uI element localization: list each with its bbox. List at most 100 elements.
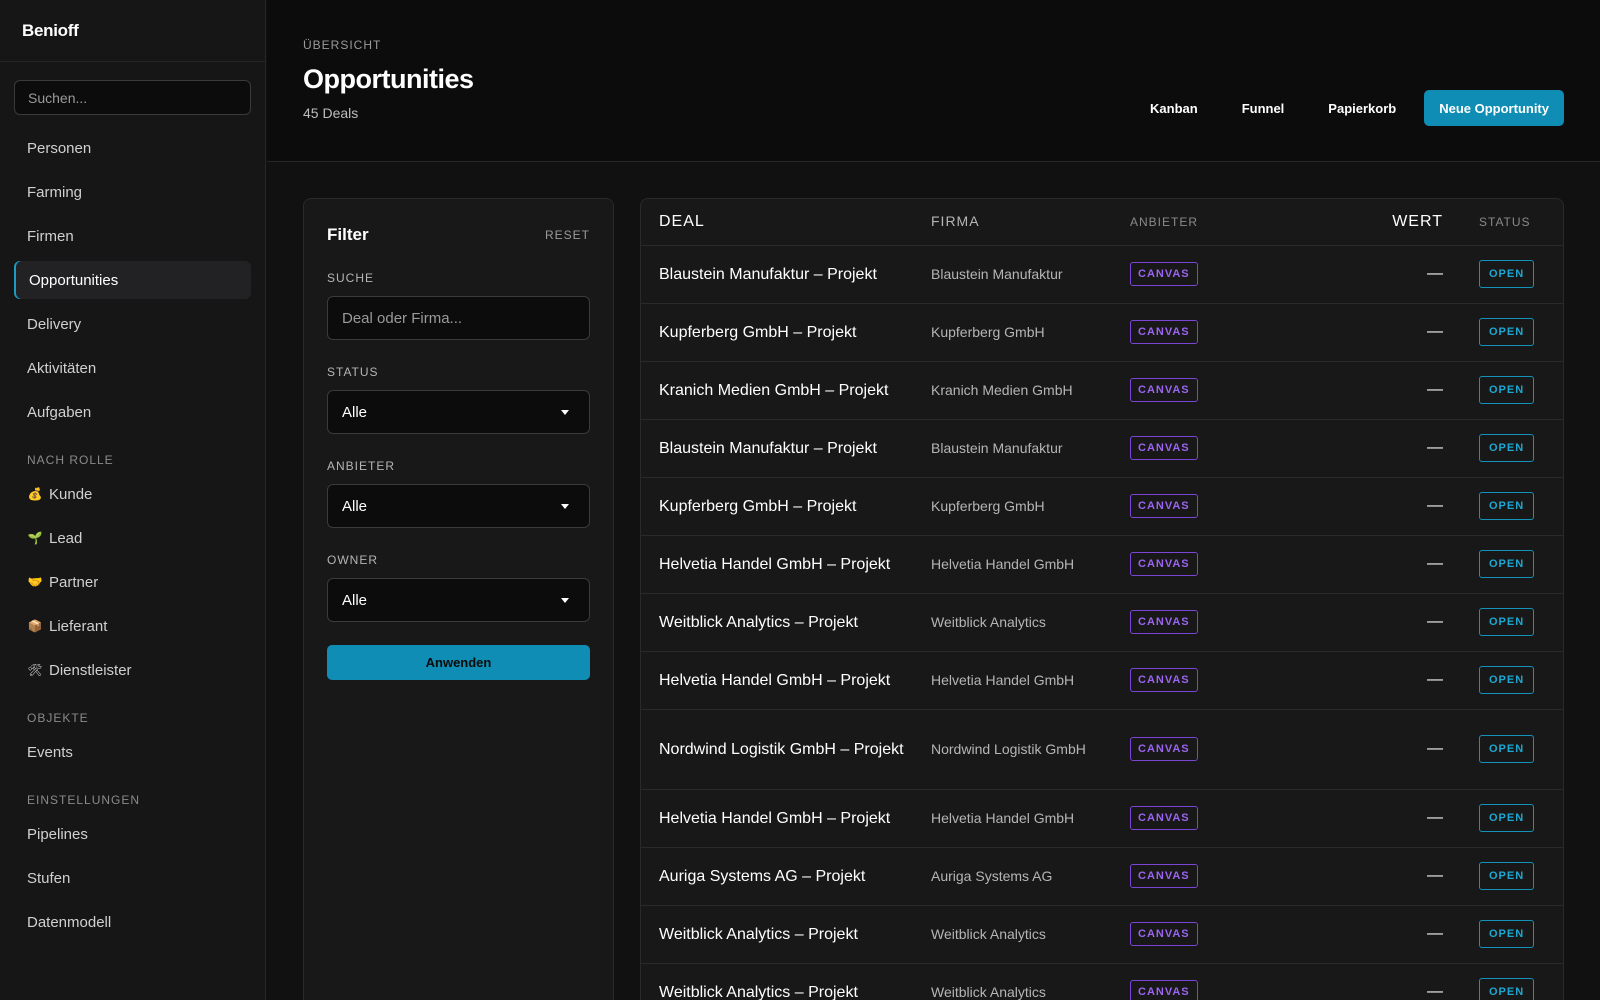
sidebar-item-events[interactable]: Events [14, 733, 251, 771]
papierkorb-button[interactable]: Papierkorb [1312, 91, 1412, 126]
company-name[interactable]: Weitblick Analytics [931, 905, 1130, 964]
status-badge[interactable]: OPEN [1479, 804, 1535, 832]
column-header-status[interactable]: STATUS [1451, 199, 1563, 246]
deal-name[interactable]: Nordwind Logistik GmbH – Projekt [641, 709, 931, 790]
status-badge[interactable]: OPEN [1479, 735, 1535, 763]
company-name[interactable]: Kupferberg GmbH [931, 303, 1130, 362]
table-row[interactable]: Kranich Medien GmbH – Projekt Kranich Med… [641, 361, 1563, 420]
sidebar-item-lead[interactable]: 🌱 Lead [14, 519, 251, 557]
company-name[interactable]: Weitblick Analytics [931, 593, 1130, 652]
deal-name[interactable]: Weitblick Analytics – Projekt [641, 593, 931, 652]
status-cell: OPEN [1451, 905, 1563, 964]
filter-reset-button[interactable]: RESET [545, 228, 590, 242]
status-badge[interactable]: OPEN [1479, 666, 1535, 694]
anbieter-select[interactable]: Alle [327, 484, 590, 528]
deal-name[interactable]: Blaustein Manufaktur – Projekt [641, 419, 931, 478]
company-name[interactable]: Blaustein Manufaktur [931, 419, 1130, 478]
anbieter-cell: CANVAS [1130, 361, 1338, 420]
table-row[interactable]: Helvetia Handel GmbH – Projekt Helvetia H… [641, 535, 1563, 594]
anbieter-cell: CANVAS [1130, 477, 1338, 536]
anbieter-cell: CANVAS [1130, 419, 1338, 478]
sidebar-search[interactable] [14, 80, 251, 115]
filter-search-field[interactable] [327, 296, 590, 340]
kanban-button[interactable]: Kanban [1134, 91, 1214, 126]
anbieter-badge: CANVAS [1130, 980, 1198, 1000]
sidebar-item-aufgaben[interactable]: Aufgaben [14, 393, 251, 431]
column-header-wert[interactable]: WERT [1338, 199, 1451, 246]
table-row[interactable]: Helvetia Handel GmbH – Projekt Helvetia H… [641, 651, 1563, 710]
sidebar-item-delivery[interactable]: Delivery [14, 305, 251, 343]
deal-name[interactable]: Blaustein Manufaktur – Projekt [641, 245, 931, 304]
status-badge[interactable]: OPEN [1479, 260, 1535, 288]
deal-name[interactable]: Weitblick Analytics – Projekt [641, 905, 931, 964]
table-row[interactable]: Kupferberg GmbH – Projekt Kupferberg GmbH… [641, 477, 1563, 536]
sidebar-item-kunde[interactable]: 💰 Kunde [14, 475, 251, 513]
deal-name[interactable]: Auriga Systems AG – Projekt [641, 847, 931, 906]
sidebar-item-farming[interactable]: Farming [14, 173, 251, 211]
table-row[interactable]: Kupferberg GmbH – Projekt Kupferberg GmbH… [641, 303, 1563, 362]
table-row[interactable]: Blaustein Manufaktur – Projekt Blaustein … [641, 419, 1563, 478]
company-name[interactable]: Helvetia Handel GmbH [931, 651, 1130, 710]
company-name[interactable]: Nordwind Logistik GmbH [931, 709, 1130, 790]
sidebar-item-pipelines[interactable]: Pipelines [14, 815, 251, 853]
anbieter-label: ANBIETER [327, 459, 396, 473]
status-badge[interactable]: OPEN [1479, 608, 1535, 636]
anbieter-badge: CANVAS [1130, 436, 1198, 460]
status-select[interactable]: Alle [327, 390, 590, 434]
deal-name[interactable]: Kranich Medien GmbH – Projekt [641, 361, 931, 420]
sidebar-item-dienstleister[interactable]: 🛠 Dienstleister [14, 651, 251, 689]
owner-select[interactable]: Alle [327, 578, 590, 622]
filter-search-input[interactable] [342, 309, 575, 327]
status-badge[interactable]: OPEN [1479, 492, 1535, 520]
deal-name[interactable]: Helvetia Handel GmbH – Projekt [641, 651, 931, 710]
deal-name[interactable]: Weitblick Analytics – Projekt [641, 963, 931, 1000]
funnel-button[interactable]: Funnel [1226, 91, 1301, 126]
sidebar-item-partner[interactable]: 🤝 Partner [14, 563, 251, 601]
column-header-firma[interactable]: FIRMA [931, 199, 1130, 246]
table-row[interactable]: Helvetia Handel GmbH – Projekt Helvetia H… [641, 789, 1563, 848]
status-badge[interactable]: OPEN [1479, 920, 1535, 948]
column-header-deal[interactable]: DEAL [641, 199, 931, 246]
table-row[interactable]: Weitblick Analytics – Projekt Weitblick A… [641, 905, 1563, 964]
status-badge[interactable]: OPEN [1479, 434, 1535, 462]
table-row[interactable]: Blaustein Manufaktur – Projekt Blaustein … [641, 245, 1563, 304]
sidebar-item-datenmodell[interactable]: Datenmodell [14, 903, 251, 941]
sidebar-item-stufen[interactable]: Stufen [14, 859, 251, 897]
sidebar-item-lieferant[interactable]: 📦 Lieferant [14, 607, 251, 645]
sidebar-item-firmen[interactable]: Firmen [14, 217, 251, 255]
apply-filter-button[interactable]: Anwenden [327, 645, 590, 680]
anbieter-badge: CANVAS [1130, 494, 1198, 518]
table-row[interactable]: Auriga Systems AG – Projekt Auriga System… [641, 847, 1563, 906]
sidebar-search-input[interactable] [28, 89, 237, 106]
company-name[interactable]: Auriga Systems AG [931, 847, 1130, 906]
table-row[interactable]: Weitblick Analytics – Projekt Weitblick A… [641, 593, 1563, 652]
company-name[interactable]: Kupferberg GmbH [931, 477, 1130, 536]
column-header-anbieter[interactable]: ANBIETER [1130, 199, 1338, 246]
deal-name[interactable]: Kupferberg GmbH – Projekt [641, 477, 931, 536]
deal-name[interactable]: Helvetia Handel GmbH – Projekt [641, 535, 931, 594]
anbieter-cell: CANVAS [1130, 593, 1338, 652]
table-row[interactable]: Weitblick Analytics – Projekt Weitblick A… [641, 963, 1563, 1000]
breadcrumb: ÜBERSICHT [303, 38, 382, 52]
new-opportunity-button[interactable]: Neue Opportunity [1424, 90, 1564, 126]
status-cell: OPEN [1451, 245, 1563, 304]
deal-name[interactable]: Kupferberg GmbH – Projekt [641, 303, 931, 362]
status-badge[interactable]: OPEN [1479, 978, 1535, 1000]
company-name[interactable]: Helvetia Handel GmbH [931, 535, 1130, 594]
status-badge[interactable]: OPEN [1479, 550, 1535, 578]
owner-label: OWNER [327, 553, 378, 567]
company-name[interactable]: Weitblick Analytics [931, 963, 1130, 1000]
sidebar-item-opportunities[interactable]: Opportunities [14, 261, 251, 299]
sidebar-item-label: Partner [49, 573, 99, 591]
deal-name[interactable]: Helvetia Handel GmbH – Projekt [641, 789, 931, 848]
sidebar-item-aktivitaeten[interactable]: Aktivitäten [14, 349, 251, 387]
nav-objekte: Events [0, 733, 265, 771]
status-badge[interactable]: OPEN [1479, 376, 1535, 404]
company-name[interactable]: Helvetia Handel GmbH [931, 789, 1130, 848]
table-row[interactable]: Nordwind Logistik GmbH – Projekt Nordwind… [641, 709, 1563, 790]
company-name[interactable]: Kranich Medien GmbH [931, 361, 1130, 420]
status-badge[interactable]: OPEN [1479, 862, 1535, 890]
status-badge[interactable]: OPEN [1479, 318, 1535, 346]
company-name[interactable]: Blaustein Manufaktur [931, 245, 1130, 304]
sidebar-item-personen[interactable]: Personen [14, 129, 251, 167]
